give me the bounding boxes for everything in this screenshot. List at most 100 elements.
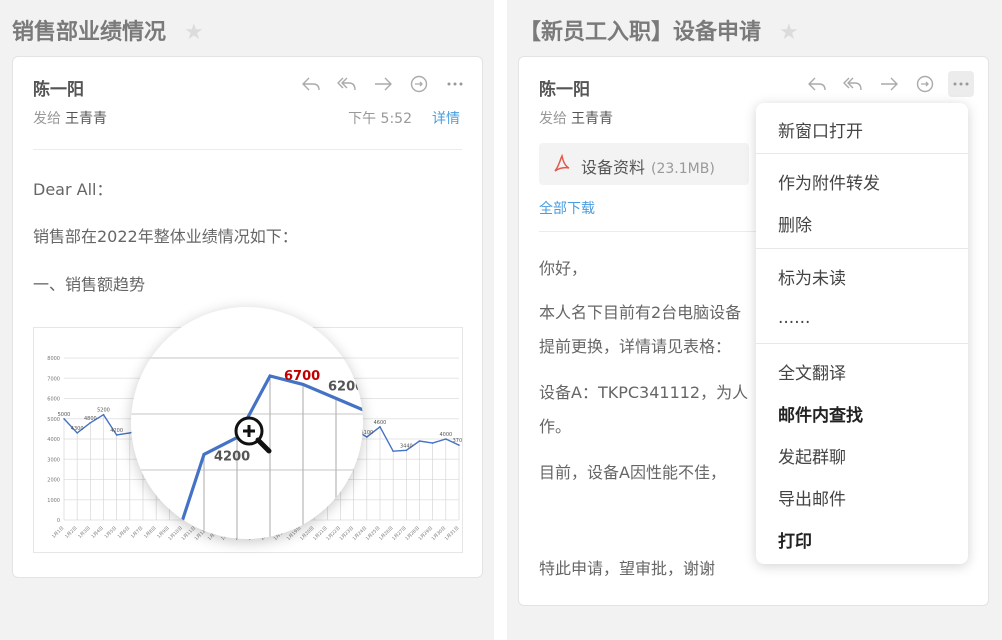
sender-name: 陈一阳 [539, 80, 590, 100]
data-point [405, 449, 408, 452]
pdf-icon [554, 154, 570, 172]
x-tick-label: 1月6日 [117, 525, 132, 540]
reply-all-icon[interactable] [334, 71, 360, 97]
attachment-card[interactable]: 设备资料 (23.1MB) [539, 143, 749, 185]
zoom-in-icon[interactable] [234, 416, 272, 454]
x-tick-label: 1月5日 [103, 525, 118, 540]
data-label: 3440 [400, 443, 413, 449]
left-mail-subject: 销售部业绩情况 ★ [12, 20, 204, 45]
x-tick-label: 1月4日 [90, 525, 105, 540]
body-line: 一、销售额趋势 [33, 275, 146, 294]
body-line: 目前，设备A因性能不佳， [539, 463, 726, 482]
y-tick-label: 6000 [47, 397, 60, 403]
more-icon[interactable] [442, 71, 468, 97]
y-tick-label: 1000 [47, 498, 60, 504]
data-label: 4600 [374, 420, 387, 426]
star-icon[interactable]: ★ [184, 20, 204, 45]
recipient-name: 王青青 [65, 111, 107, 127]
menu-item-open-new-window[interactable]: 新窗口打开 [778, 117, 863, 142]
data-point [392, 450, 394, 452]
x-tick-label: 1月7日 [130, 525, 145, 540]
reply-icon[interactable] [804, 71, 830, 97]
body-line: 设备A：TKPC341112，为人 [539, 383, 749, 402]
menu-item-find-in-mail[interactable]: 邮件内查找 [778, 401, 863, 426]
left-mail-card: 陈一阳 发给 王青青 下午 5:52 详情 Dear All： 销售部在2022年… [12, 56, 483, 578]
attachment-name: 设备资料 (23.1MB) [581, 158, 715, 177]
attachment-size: (23.1MB) [651, 161, 715, 177]
detail-link[interactable]: 详情 [432, 108, 460, 128]
right-mail-subject: 【新员工入职】设备申请 ★ [519, 20, 799, 45]
body-line: Dear All： [33, 180, 113, 199]
body-line: 销售部在2022年整体业绩情况如下： [33, 227, 298, 246]
data-label: 5200 [97, 408, 110, 414]
data-point [445, 438, 447, 440]
x-tick-label: 1月1日 [51, 525, 66, 540]
chat-icon[interactable] [406, 71, 432, 97]
menu-item-mark-unread[interactable]: 标为未读 [778, 264, 846, 289]
menu-divider [756, 248, 968, 249]
body-line: 本人名下目前有2台电脑设备 [539, 303, 742, 322]
star-icon[interactable]: ★ [779, 20, 799, 45]
magnified-data-label: 6700 [284, 369, 320, 384]
menu-item-translate[interactable]: 全文翻译 [778, 359, 846, 384]
x-tick-label: 1月31日 [444, 525, 461, 542]
body-line: 提前更换，详情请见表格： [539, 337, 732, 356]
body-line: 作。 [539, 417, 572, 436]
data-point [63, 417, 65, 420]
reply-all-icon[interactable] [840, 71, 866, 97]
menu-divider [756, 153, 968, 154]
data-point [418, 440, 421, 442]
body-line: 特此申请，望审批，谢谢 [539, 559, 716, 578]
chart-magnifier[interactable]: 4200670062005700 [131, 307, 363, 539]
menu-item-start-group-chat[interactable]: 发起群聊 [778, 443, 846, 468]
y-tick-label: 8000 [47, 356, 60, 362]
magnified-data-label: 4200 [214, 449, 250, 464]
data-label: 4200 [110, 428, 123, 434]
sender-name: 陈一阳 [33, 80, 84, 100]
menu-divider [756, 343, 968, 344]
menu-item-export-mail[interactable]: 导出邮件 [778, 485, 846, 510]
forward-icon[interactable] [876, 71, 902, 97]
header-divider [33, 149, 462, 150]
forward-icon[interactable] [370, 71, 396, 97]
mail-time: 下午 5:52 [348, 111, 412, 127]
mail-actions [298, 71, 468, 97]
body-line: 你好， [539, 259, 588, 278]
download-all-link[interactable]: 全部下载 [539, 198, 595, 218]
x-tick-label: 1月8日 [143, 525, 158, 540]
more-icon[interactable] [948, 71, 974, 97]
recipient-line: 发给 王青青 [539, 111, 613, 127]
chat-icon[interactable] [912, 71, 938, 97]
y-tick-label: 2000 [47, 478, 60, 484]
reply-icon[interactable] [298, 71, 324, 97]
more-actions-menu: 新窗口打开 作为附件转发 删除 标为未读 ...... 全文翻译 邮件内查找 发… [756, 103, 968, 564]
data-point [102, 413, 105, 416]
data-point [458, 444, 460, 446]
data-point [379, 426, 381, 428]
data-point [89, 422, 92, 424]
y-tick-label: 7000 [47, 376, 60, 382]
data-point [115, 434, 118, 436]
data-point [431, 442, 434, 444]
data-label: 4000 [439, 432, 452, 438]
x-tick-label: 1月2日 [64, 525, 79, 540]
menu-item-more[interactable]: ...... [778, 308, 810, 328]
data-label: 5000 [58, 412, 71, 418]
menu-item-print[interactable]: 打印 [778, 527, 812, 552]
menu-item-delete[interactable]: 删除 [778, 211, 812, 236]
mail-actions [804, 71, 974, 97]
data-point [76, 432, 78, 434]
data-point [366, 436, 368, 438]
data-label: 4800 [84, 416, 97, 422]
recipient-name: 王青青 [571, 111, 613, 127]
data-label: 3700 [453, 438, 463, 444]
y-tick-label: 3000 [47, 457, 60, 463]
y-tick-label: 4000 [47, 437, 60, 443]
recipient-line: 发给 王青青 [33, 111, 107, 127]
left-mail-panel: 销售部业绩情况 ★ 陈一阳 发给 王青青 下午 5:52 详情 Dear All： … [0, 0, 494, 640]
magnified-chart-svg: 4200670062005700 [131, 357, 363, 539]
data-label: 4300 [71, 426, 84, 432]
menu-item-forward-as-attachment[interactable]: 作为附件转发 [778, 169, 880, 194]
y-tick-label: 0 [57, 518, 60, 524]
x-tick-label: 1月3日 [77, 525, 92, 540]
